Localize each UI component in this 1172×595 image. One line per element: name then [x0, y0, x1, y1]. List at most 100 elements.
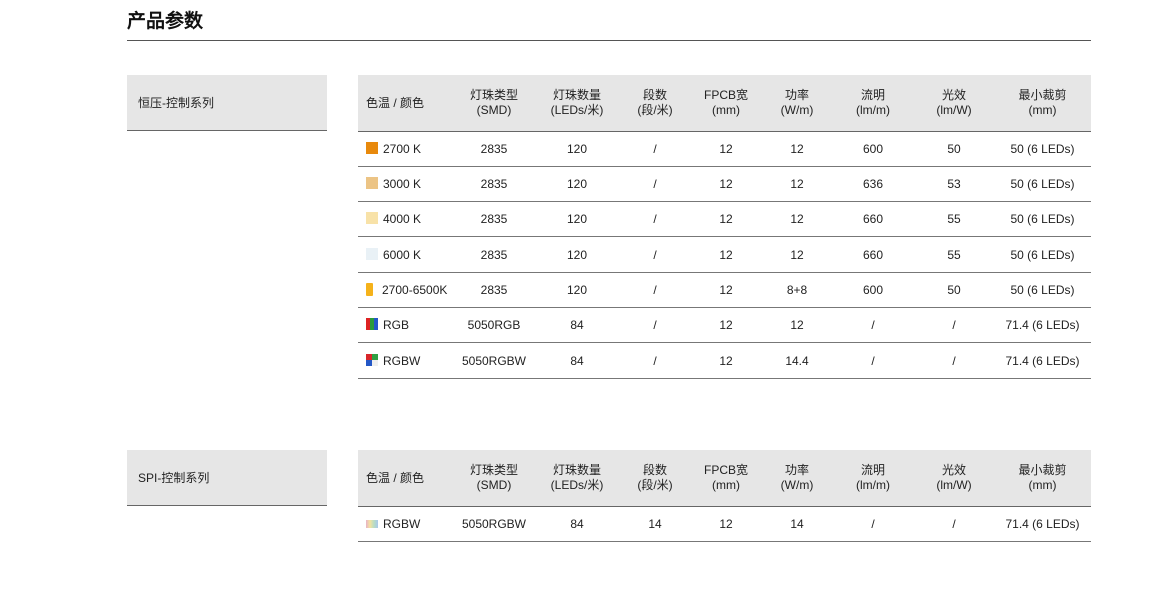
- col-header-segments: 段数 (段/米): [620, 75, 690, 132]
- col-header-min-cut: 最小裁剪 (mm): [994, 75, 1091, 132]
- cell-segments: /: [620, 131, 690, 167]
- spec-table: 色温 / 颜色 灯珠类型 (SMD) 灯珠数量 (LEDs/米) 段数 (段/米) F…: [358, 450, 1091, 542]
- col-header-power: 功率 (W/m): [762, 450, 832, 507]
- cell-min-cut: 50 (6 LEDs): [994, 131, 1091, 167]
- cell-segments: /: [620, 342, 690, 379]
- cell-lumens: 636: [832, 166, 914, 202]
- col-header-led-count: 灯珠数量 (LEDs/米): [534, 450, 620, 507]
- page-title: 产品参数: [127, 11, 204, 32]
- cell-led-count: 120: [534, 131, 620, 167]
- col-header-color: 色温 / 颜色: [358, 75, 454, 132]
- header-row: 色温 / 颜色 灯珠类型 (SMD) 灯珠数量 (LEDs/米) 段数 (段/米) F…: [358, 450, 1091, 507]
- header-row: 色温 / 颜色 灯珠类型 (SMD) 灯珠数量 (LEDs/米) 段数 (段/米) F…: [358, 75, 1091, 132]
- cell-led-type: 5050RGBW: [454, 506, 534, 542]
- col-header-led-type: 灯珠类型 (SMD): [454, 450, 534, 507]
- cell-efficacy: 55: [914, 236, 994, 273]
- color-label: 3000 K: [383, 177, 422, 191]
- cell-led-type: 2835: [454, 131, 534, 167]
- cell-min-cut: 71.4 (6 LEDs): [994, 342, 1091, 379]
- cell-efficacy: /: [914, 307, 994, 343]
- cell-min-cut: 71.4 (6 LEDs): [994, 307, 1091, 343]
- table-row: 6000 K 2835 120/12 12 660 55 50 (6 LEDs): [358, 236, 1091, 273]
- color-swatch-icon: [366, 283, 373, 296]
- cell-color: RGB: [358, 307, 454, 343]
- cell-led-count: 120: [534, 166, 620, 202]
- title-divider: [127, 40, 1091, 41]
- cell-color: 3000 K: [358, 166, 454, 202]
- color-swatch-icon: [366, 318, 378, 330]
- cell-min-cut: 50 (6 LEDs): [994, 272, 1091, 308]
- cell-segments: /: [620, 272, 690, 308]
- col-header-fpcb-width: FPCB宽 (mm): [690, 450, 762, 507]
- cell-fpcb-width: 12: [690, 307, 762, 343]
- color-swatch-icon: [366, 520, 378, 528]
- table-row: 4000 K 2835 120/12 12 660 55 50 (6 LEDs): [358, 201, 1091, 237]
- cell-power: 14: [762, 506, 832, 542]
- cell-lumens: /: [832, 307, 914, 343]
- cell-color: RGBW: [358, 342, 454, 379]
- color-swatch-icon: [366, 142, 378, 154]
- cell-led-count: 120: [534, 201, 620, 237]
- color-label: 2700 K: [383, 142, 422, 156]
- color-swatch-icon: [366, 353, 378, 366]
- cell-color: 2700 K: [358, 131, 454, 167]
- cell-color: 6000 K: [358, 236, 454, 273]
- cell-power: 12: [762, 201, 832, 237]
- cell-led-type: 5050RGBW: [454, 342, 534, 379]
- cell-led-type: 5050RGB: [454, 307, 534, 343]
- cell-segments: 14: [620, 506, 690, 542]
- color-label: 2700-6500K: [382, 283, 448, 297]
- col-header-efficacy: 光效 (lm/W): [914, 75, 994, 132]
- cell-fpcb-width: 12: [690, 272, 762, 308]
- cell-power: 12: [762, 166, 832, 202]
- cell-segments: /: [620, 201, 690, 237]
- cell-efficacy: 53: [914, 166, 994, 202]
- spec-table: 色温 / 颜色 灯珠类型 (SMD) 灯珠数量 (LEDs/米) 段数 (段/米) F…: [358, 75, 1091, 379]
- cell-led-type: 2835: [454, 166, 534, 202]
- cell-led-count: 84: [534, 307, 620, 343]
- cell-led-type: 2835: [454, 272, 534, 308]
- color-label: RGBW: [383, 517, 421, 531]
- cell-lumens: 600: [832, 131, 914, 167]
- cell-efficacy: /: [914, 342, 994, 379]
- color-swatch-icon: [366, 212, 378, 224]
- col-header-segments: 段数 (段/米): [620, 450, 690, 507]
- cell-led-count: 84: [534, 342, 620, 379]
- cell-power: 12: [762, 131, 832, 167]
- cell-power: 8+8: [762, 272, 832, 308]
- col-header-lumens: 流明 (lm/m): [832, 75, 914, 132]
- cell-efficacy: 55: [914, 201, 994, 237]
- color-label: RGB: [383, 318, 410, 332]
- color-label: 6000 K: [383, 247, 422, 262]
- cell-min-cut: 50 (6 LEDs): [994, 201, 1091, 237]
- cell-min-cut: 71.4 (6 LEDs): [994, 506, 1091, 542]
- color-label: 4000 K: [383, 212, 422, 226]
- cell-color: RGBW: [358, 506, 454, 542]
- cell-color: 2700-6500K: [358, 272, 454, 308]
- table-row: 2700 K 2835 120/12 12 600 50 50 (6 LEDs): [358, 131, 1091, 167]
- cell-led-count: 120: [534, 272, 620, 308]
- cell-min-cut: 50 (6 LEDs): [994, 166, 1091, 202]
- cell-lumens: 660: [832, 236, 914, 273]
- section-label: 恒压-控制系列: [127, 75, 327, 131]
- cell-efficacy: 50: [914, 131, 994, 167]
- cell-fpcb-width: 12: [690, 201, 762, 237]
- section-label: SPI-控制系列: [127, 450, 327, 506]
- table-row: RGBW 5050RGBW 84 14 12 14//71.4 (6 LEDs): [358, 506, 1091, 542]
- color-swatch-icon: [366, 247, 378, 260]
- color-swatch-icon: [366, 177, 378, 189]
- cell-fpcb-width: 12: [690, 131, 762, 167]
- col-header-lumens: 流明 (lm/m): [832, 450, 914, 507]
- cell-segments: /: [620, 307, 690, 343]
- col-header-min-cut: 最小裁剪 (mm): [994, 450, 1091, 507]
- cell-led-type: 2835: [454, 236, 534, 273]
- cell-efficacy: /: [914, 506, 994, 542]
- cell-led-type: 2835: [454, 201, 534, 237]
- cell-power: 14.4: [762, 342, 832, 379]
- cell-segments: /: [620, 236, 690, 273]
- cell-segments: /: [620, 166, 690, 202]
- table-row: 3000 K 2835 120/12 12 636 53 50 (6 LEDs): [358, 166, 1091, 202]
- cell-lumens: 660: [832, 201, 914, 237]
- table-row: 2700-6500K 2835 120/12 8+8 600 50 50 (6 LEDs): [358, 272, 1091, 308]
- col-header-efficacy: 光效 (lm/W): [914, 450, 994, 507]
